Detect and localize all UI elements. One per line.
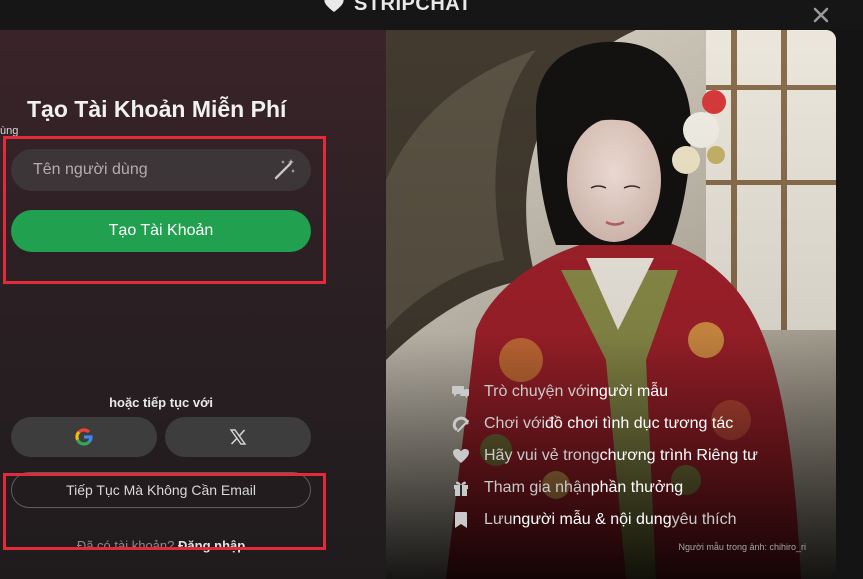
feature-item-rewards: Tham gia nhận phần thưởng <box>452 472 758 504</box>
bookmark-icon <box>452 511 470 529</box>
heart-icon <box>452 447 470 465</box>
feature-text-b: người mẫu & nội dung <box>512 511 672 528</box>
x-login-button[interactable] <box>165 417 311 457</box>
signup-title: Tạo Tài Khoản Miễn Phí <box>27 96 287 122</box>
feature-text-a: Trò chuyện với <box>484 383 590 400</box>
promo-panel: Trò chuyện với người mẫu Chơi với đồ chơ… <box>386 30 836 579</box>
gift-icon <box>452 479 470 497</box>
feature-item-private: Hãy vui vẻ trong chương trình Riêng tư <box>452 440 758 472</box>
feature-text-b: người mẫu <box>589 383 669 400</box>
close-icon <box>813 7 829 23</box>
features-list: Trò chuyện với người mẫu Chơi với đồ chơ… <box>452 376 758 536</box>
feature-text-a: Lưu <box>484 511 513 528</box>
feature-text-b: đồ chơi tình dục tương tác <box>545 415 734 432</box>
top-bar: STRIPCHAT <box>0 0 863 30</box>
feature-text-b: chương trình Riêng tư <box>599 447 758 464</box>
or-continue-label: hoặc tiếp tục với <box>109 395 213 410</box>
logo-mark-icon <box>324 0 344 12</box>
feature-text-a: Tham gia nhận <box>484 479 591 496</box>
logo-text: STRIPCHAT <box>354 0 472 15</box>
feature-item-chat: Trò chuyện với người mẫu <box>452 376 758 408</box>
feature-item-favorites: Lưu người mẫu & nội dung yêu thích <box>452 504 758 536</box>
toy-icon <box>452 415 470 433</box>
google-icon <box>75 428 93 446</box>
feature-text-a: Hãy vui vẻ trong <box>484 447 600 464</box>
chat-bubbles-icon <box>452 383 470 401</box>
highlight-box-no-email <box>3 473 326 550</box>
feature-text-b: phần thưởng <box>590 479 684 496</box>
signup-panel: Tạo Tài Khoản Miễn Phí ùng Tạo Tài Khoản… <box>0 30 386 579</box>
google-login-button[interactable] <box>11 417 157 457</box>
highlight-box-signup <box>3 136 326 284</box>
x-logo-icon <box>229 429 247 445</box>
close-button[interactable] <box>808 2 834 28</box>
feature-item-toy: Chơi với đồ chơi tình dục tương tác <box>452 408 758 440</box>
photo-credit: Người mẫu trong ảnh: chihiro_ri <box>678 542 807 552</box>
feature-text-c: yêu thích <box>671 511 737 528</box>
stripchat-logo: STRIPCHAT <box>322 0 471 16</box>
feature-text-a: Chơi với <box>484 415 545 432</box>
